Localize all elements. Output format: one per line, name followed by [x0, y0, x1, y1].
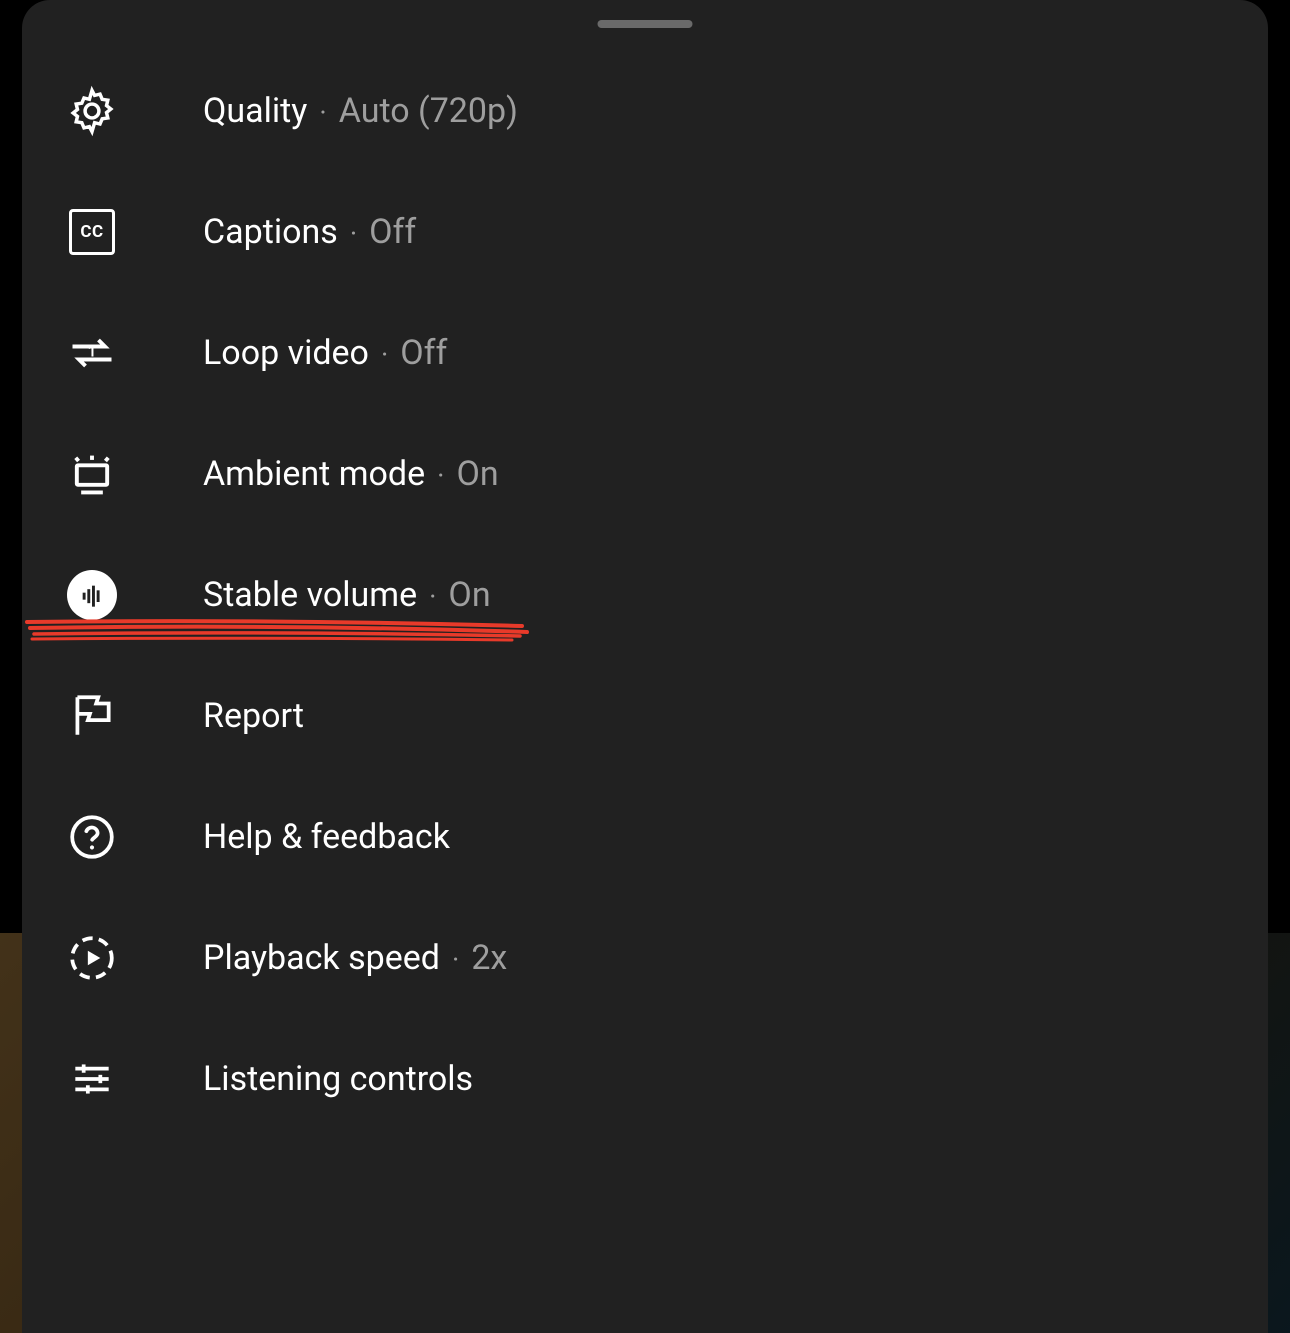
separator: · — [319, 99, 326, 127]
menu-item-value: Off — [369, 215, 416, 249]
menu-item-speed[interactable]: Playback speed · 2x — [22, 897, 1268, 1018]
menu-item-loop[interactable]: 1 Loop video · Off — [22, 292, 1268, 413]
menu-item-value: Auto (720p) — [339, 94, 518, 128]
menu-item-label: Captions — [203, 215, 338, 249]
help-icon — [66, 811, 118, 863]
captions-icon: CC — [66, 206, 118, 258]
separator: · — [350, 220, 357, 248]
menu-item-help[interactable]: Help & feedback — [22, 776, 1268, 897]
menu-item-value: On — [448, 578, 490, 612]
loop-icon: 1 — [66, 327, 118, 379]
menu-item-label: Help & feedback — [203, 820, 450, 854]
separator: · — [437, 462, 444, 490]
menu-item-quality[interactable]: Quality · Auto (720p) — [22, 50, 1268, 171]
speed-icon — [66, 932, 118, 984]
separator: · — [381, 341, 388, 369]
menu-item-label: Stable volume — [203, 578, 417, 612]
menu-item-report[interactable]: Report — [22, 655, 1268, 776]
menu-item-label: Ambient mode — [203, 457, 425, 491]
sliders-icon — [66, 1053, 118, 1105]
menu-item-captions[interactable]: CC Captions · Off — [22, 171, 1268, 292]
menu-item-label: Loop video — [203, 336, 369, 370]
menu-item-label: Playback speed — [203, 941, 440, 975]
menu-item-value: 2x — [471, 941, 507, 975]
stable-volume-icon — [66, 569, 118, 621]
separator: · — [452, 946, 459, 974]
flag-icon — [66, 690, 118, 742]
menu-item-label: Quality — [203, 94, 307, 128]
menu-item-label: Report — [203, 699, 304, 733]
menu-item-value: Off — [400, 336, 447, 370]
menu-item-listening[interactable]: Listening controls — [22, 1018, 1268, 1139]
settings-menu: Quality · Auto (720p) CC Captions · Off … — [22, 50, 1268, 1139]
drag-handle[interactable] — [598, 20, 693, 28]
ambient-icon — [66, 448, 118, 500]
gear-icon — [66, 85, 118, 137]
svg-text:1: 1 — [88, 342, 97, 360]
menu-item-value: On — [456, 457, 498, 491]
menu-item-ambient[interactable]: Ambient mode · On — [22, 413, 1268, 534]
separator: · — [429, 583, 436, 611]
settings-panel: Quality · Auto (720p) CC Captions · Off … — [22, 0, 1268, 1333]
menu-item-stable-volume[interactable]: Stable volume · On — [22, 534, 1268, 655]
menu-item-label: Listening controls — [203, 1062, 473, 1096]
